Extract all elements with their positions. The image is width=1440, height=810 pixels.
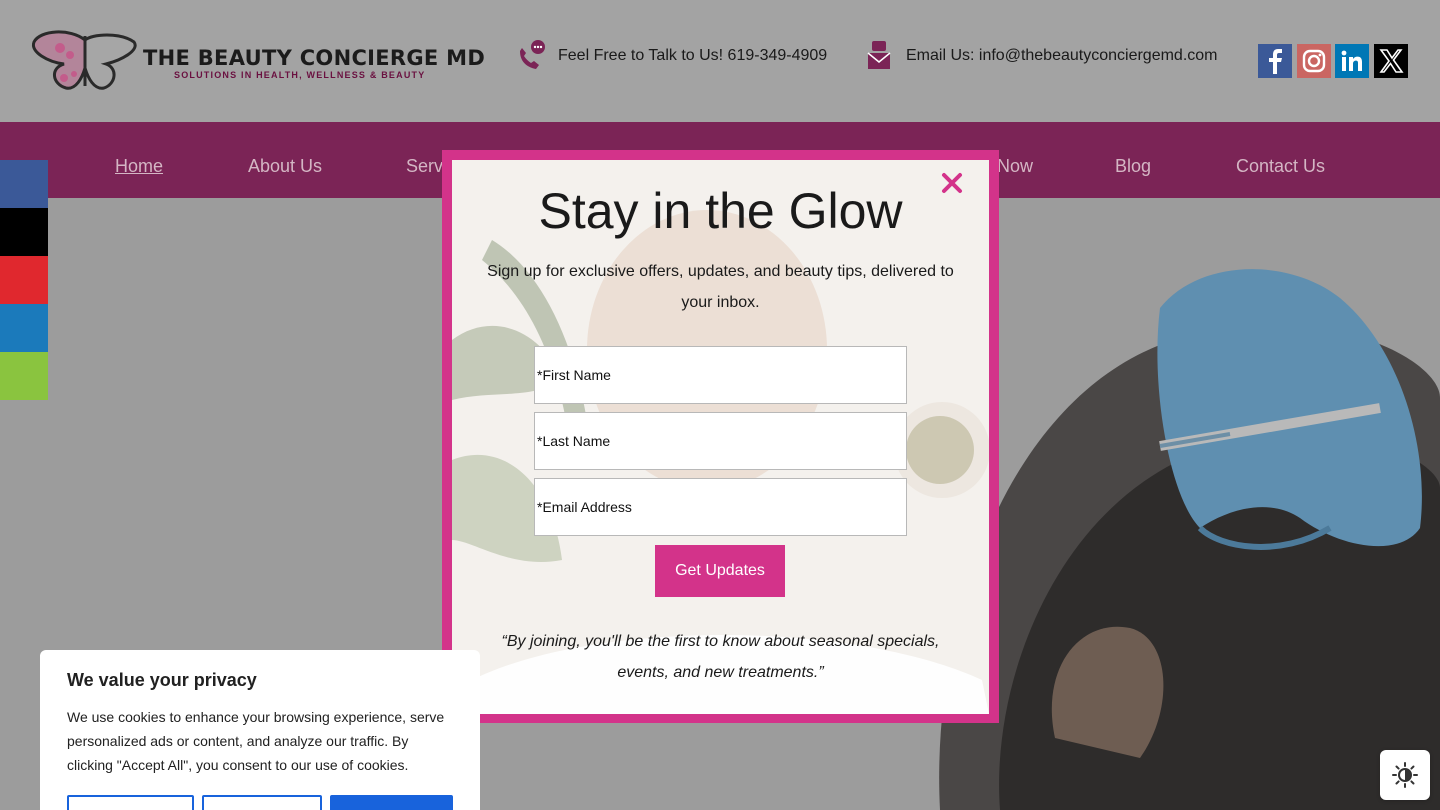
email-contact[interactable]: Email Us: info@thebeautyconciergemd.com — [862, 36, 1218, 76]
instagram-icon — [1297, 44, 1331, 78]
site-header: THE BEAUTY CONCIERGE MD SOLUTIONS IN HEA… — [0, 0, 1440, 122]
share-linkedin-button[interactable] — [0, 304, 48, 352]
nav-home[interactable]: Home — [115, 156, 163, 177]
x-twitter-link[interactable] — [1374, 44, 1408, 78]
phone-contact[interactable]: Feel Free to Talk to Us! 619-349-4909 — [514, 36, 827, 76]
modal-quote: “By joining, you'll be the first to know… — [501, 633, 940, 681]
share-pinterest-button[interactable] — [0, 256, 48, 304]
butterfly-logo-icon — [31, 30, 137, 90]
email-field[interactable] — [534, 478, 907, 536]
nav-about[interactable]: About Us — [248, 156, 322, 177]
nav-book-now[interactable]: Now — [997, 156, 1033, 177]
instagram-link[interactable] — [1297, 44, 1331, 78]
email-text: Email Us: info@thebeautyconciergemd.com — [906, 47, 1218, 64]
accessibility-toggle-button[interactable] — [1380, 750, 1430, 800]
facebook-link[interactable] — [1258, 44, 1292, 78]
first-name-field[interactable] — [534, 346, 907, 404]
signup-modal: Stay in the Glow Sign up for exclusive o… — [452, 160, 989, 714]
get-updates-button[interactable]: Get Updates — [655, 545, 785, 597]
linkedin-icon — [1341, 50, 1362, 71]
site-logo[interactable]: THE BEAUTY CONCIERGE MD SOLUTIONS IN HEA… — [30, 28, 485, 96]
sun-contrast-icon — [1392, 762, 1418, 788]
nav-services[interactable]: Serv — [406, 156, 443, 177]
x-icon — [1379, 49, 1404, 73]
modal-subtitle: Sign up for exclusive offers, updates, a… — [487, 263, 954, 311]
mail-chat-icon — [867, 41, 891, 69]
share-x-button[interactable] — [0, 208, 48, 256]
cookie-customize-button[interactable] — [67, 795, 194, 810]
nav-contact[interactable]: Contact Us — [1236, 156, 1325, 177]
cookie-title: We value your privacy — [67, 670, 257, 690]
last-name-field[interactable] — [534, 412, 907, 470]
cookie-text: We use cookies to enhance your browsing … — [67, 709, 445, 773]
share-more-button[interactable] — [0, 352, 48, 400]
share-facebook-button[interactable] — [0, 160, 48, 208]
facebook-icon — [1269, 49, 1282, 74]
phone-text: Feel Free to Talk to Us! 619-349-4909 — [558, 47, 828, 64]
nav-blog[interactable]: Blog — [1115, 156, 1151, 177]
phone-chat-icon — [520, 40, 545, 69]
logo-title: THE BEAUTY CONCIERGE MD — [143, 46, 486, 70]
cookie-accept-button[interactable] — [330, 795, 453, 810]
logo-tagline: SOLUTIONS IN HEALTH, WELLNESS & BEAUTY — [174, 70, 426, 80]
cookie-reject-button[interactable] — [202, 795, 322, 810]
cookie-consent-banner: We value your privacy We use cookies to … — [40, 650, 480, 810]
linkedin-link[interactable] — [1335, 44, 1369, 78]
modal-title: Stay in the Glow — [538, 183, 903, 239]
